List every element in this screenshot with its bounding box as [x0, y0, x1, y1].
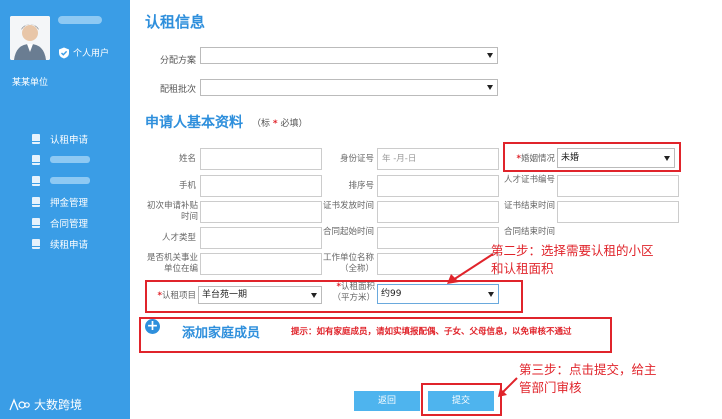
sidebar-item-label-blurred: [50, 177, 90, 184]
talent-cert-label: 人才证书编号: [503, 175, 555, 185]
has-relation-input[interactable]: [200, 253, 322, 275]
sidebar: 个人用户 某某单位 认租申请 押金管理 合同管理 续租申请 大数跨境: [0, 0, 130, 419]
highlight-submit: [421, 383, 502, 416]
contract-start-label: 合同起始时间: [322, 227, 374, 237]
talent-cert-input[interactable]: [557, 175, 679, 197]
required-star: *: [272, 119, 278, 129]
unit-name: 某某单位: [12, 78, 49, 88]
sidebar-item-label: 押金管理: [50, 197, 89, 209]
cert-end-input[interactable]: [557, 201, 679, 223]
chevron-down-icon: [487, 53, 493, 58]
name-input[interactable]: [200, 148, 322, 170]
phone-input[interactable]: [200, 175, 322, 197]
required-note-suffix: 必填）: [280, 119, 308, 129]
page: 个人用户 某某单位 认租申请 押金管理 合同管理 续租申请 大数跨境 认租信息 …: [0, 0, 722, 419]
document-icon: [32, 133, 40, 144]
user-type-label: 个人用户: [73, 49, 110, 59]
has-relation-label: 是否机关事业单位在编: [146, 253, 198, 274]
plus-icon: +: [145, 318, 160, 334]
plan-select[interactable]: [200, 47, 498, 64]
back-button[interactable]: 返回: [354, 391, 420, 411]
sidebar-item-contract[interactable]: 合同管理: [32, 212, 90, 233]
add-family-button[interactable]: +: [145, 319, 160, 334]
annotation-arrow-step2: [447, 253, 494, 284]
family-tip: 提示：如有家庭成员，请如实填报配偶、子女、父母信息，以免审核不通过: [291, 327, 572, 337]
sidebar-item-blurred-1[interactable]: [32, 149, 90, 170]
annotation-arrow-step3: [498, 377, 518, 397]
cert-issue-input[interactable]: [377, 201, 499, 223]
contract-start-input[interactable]: [377, 227, 499, 249]
talent-type-label: 人才类型: [161, 233, 196, 243]
add-family-label[interactable]: 添加家庭成员: [182, 322, 260, 341]
watermark-logo: 大数跨境: [8, 396, 82, 413]
sidebar-item-blurred-2[interactable]: [32, 170, 90, 191]
document-icon: [32, 217, 40, 228]
required-note: （标 * 必填）: [252, 116, 308, 129]
sidebar-item-renew[interactable]: 续租申请: [32, 233, 90, 254]
sidebar-item-label-blurred: [50, 156, 90, 163]
avatar: [10, 16, 50, 60]
sidebar-item-rent-apply[interactable]: 认租申请: [32, 128, 90, 149]
annotation-step3: 第三步：点击提交，给主 管部门审核: [519, 362, 657, 395]
sidebar-item-label: 续租申请: [50, 239, 89, 251]
sidebar-item-deposit[interactable]: 押金管理: [32, 191, 90, 212]
user-name-blurred: [58, 16, 102, 24]
chevron-down-icon: [487, 85, 493, 90]
phone-label: 手机: [178, 181, 196, 191]
logo-text: 大数跨境: [34, 398, 83, 412]
cert-end-label: 证书结束时间: [503, 201, 555, 211]
shield-icon: [59, 47, 69, 58]
document-icon: [32, 175, 40, 186]
talent-type-input[interactable]: [200, 227, 322, 249]
cert-issue-label: 证书发放时间: [322, 201, 374, 211]
order-input[interactable]: [377, 175, 499, 197]
id-input[interactable]: 年 -月-日: [377, 148, 499, 170]
section-title-rent-info: 认租信息: [145, 13, 206, 31]
contract-end-label: 合同结束时间: [503, 227, 555, 237]
plan-label: 分配方案: [159, 56, 196, 66]
highlight-marital: [503, 142, 681, 172]
logo-icon: [9, 397, 30, 410]
batch-select[interactable]: [200, 79, 498, 96]
sidebar-menu: 认租申请 押金管理 合同管理 续租申请: [32, 128, 90, 254]
employer-label: 工作单位名称（全称）: [322, 253, 374, 274]
id-label: 身份证号: [339, 154, 374, 164]
user-type: 个人用户: [58, 46, 109, 59]
order-label: 排序号: [348, 181, 374, 191]
document-icon: [32, 196, 40, 207]
sidebar-item-label: 认租申请: [50, 134, 89, 146]
section-title-applicant: 申请人基本资料: [145, 115, 243, 131]
sidebar-item-label: 合同管理: [50, 218, 89, 230]
batch-label: 配租批次: [159, 85, 196, 95]
first-apply-input[interactable]: [200, 201, 322, 223]
document-icon: [32, 154, 40, 165]
annotation-step2: 第二步：选择需要认租的小区 和认租面积: [491, 243, 654, 276]
name-label: 姓名: [178, 154, 196, 164]
required-note-prefix: （标: [252, 119, 271, 129]
first-apply-label: 初次申请补贴时间: [146, 201, 198, 222]
document-icon: [32, 238, 40, 249]
